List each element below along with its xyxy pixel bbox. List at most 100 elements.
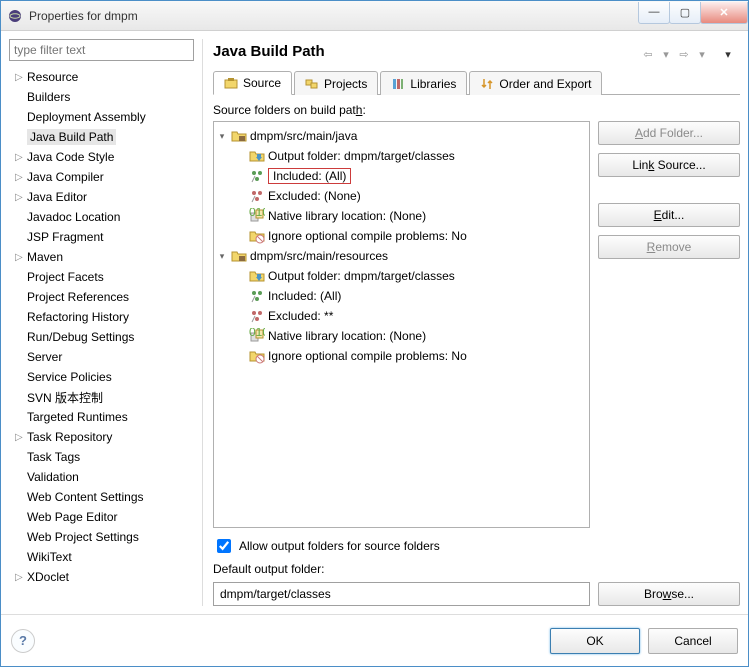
property-nav-tree[interactable]: ▷ResourceBuilders Deployment Assembly Java… xyxy=(9,67,194,606)
nav-item[interactable]: Web Page Editor xyxy=(9,507,194,527)
nav-item[interactable]: SVN 版本控制 xyxy=(9,387,194,407)
expand-icon: ▷ xyxy=(15,172,27,183)
nav-item[interactable]: Service Policies xyxy=(9,367,194,387)
tab-projects[interactable]: Projects xyxy=(294,71,378,95)
tree-row[interactable]: Excluded: (None) xyxy=(216,186,587,206)
srcfolder-icon xyxy=(231,128,247,144)
tree-row[interactable]: Ignore optional compile problems: No xyxy=(216,346,587,366)
tab-label: Projects xyxy=(324,77,367,91)
nav-item[interactable]: ▷Resource xyxy=(9,67,194,87)
tree-row-label: Ignore optional compile problems: No xyxy=(268,349,467,363)
link-source-button[interactable]: Link Source... xyxy=(598,153,740,177)
nav-item[interactable]: ▷Java Code Style xyxy=(9,147,194,167)
remove-button[interactable]: Remove xyxy=(598,235,740,259)
nav-item[interactable]: Web Project Settings xyxy=(9,527,194,547)
allow-output-folders-checkbox[interactable]: Allow output folders for source folders xyxy=(213,536,740,556)
dialog-footer: ? OK Cancel xyxy=(1,614,748,666)
view-menu-icon[interactable]: ▾ xyxy=(720,47,736,63)
nav-item-label: Web Content Settings xyxy=(27,490,144,504)
source-buttons: Add Folder... Link Source... Edit... Rem… xyxy=(598,121,740,528)
tree-row[interactable]: ▾dmpm/src/main/java xyxy=(216,126,587,146)
tree-row[interactable]: 010Native library location: (None) xyxy=(216,206,587,226)
nav-item[interactable]: ▷Java Compiler xyxy=(9,167,194,187)
nav-item[interactable]: Deployment Assembly xyxy=(9,107,194,127)
tab-label: Order and Export xyxy=(499,77,591,91)
tree-row-label: Excluded: ** xyxy=(268,309,333,323)
tree-row[interactable]: Included: (All) xyxy=(216,286,587,306)
include-icon xyxy=(249,168,265,184)
edit-button[interactable]: Edit... xyxy=(598,203,740,227)
browse-button[interactable]: Browse... xyxy=(598,582,740,606)
tree-row[interactable]: Output folder: dmpm/target/classes xyxy=(216,266,587,286)
nav-item-label: Web Project Settings xyxy=(27,530,139,544)
nav-item[interactable]: Project Facets xyxy=(9,267,194,287)
tree-row[interactable]: 010Native library location: (None) xyxy=(216,326,587,346)
tab-order-and-export[interactable]: Order and Export xyxy=(469,71,602,95)
tree-row-label: Native library location: (None) xyxy=(268,209,426,223)
nav-item-label: SVN 版本控制 xyxy=(27,389,103,406)
nav-item[interactable]: Server xyxy=(9,347,194,367)
expand-icon: ▷ xyxy=(15,572,27,583)
page-title: Java Build Path xyxy=(213,43,640,60)
nav-item[interactable]: ▷Maven xyxy=(9,247,194,267)
back-menu-icon[interactable]: ▾ xyxy=(658,47,674,63)
back-button[interactable]: ⇦ xyxy=(640,47,656,63)
properties-dialog: Properties for dmpm — ▢ ✕ ▷ResourceBuild… xyxy=(0,0,749,667)
nav-item-label: Deployment Assembly xyxy=(27,110,146,124)
nav-item[interactable]: Project References xyxy=(9,287,194,307)
add-folder-button[interactable]: Add Folder... xyxy=(598,121,740,145)
tree-row[interactable]: Excluded: ** xyxy=(216,306,587,326)
collapse-icon[interactable]: ▾ xyxy=(216,131,228,142)
tree-row-label: dmpm/src/main/resources xyxy=(250,249,388,263)
ignore-icon xyxy=(249,228,265,244)
tree-row-label: Output folder: dmpm/target/classes xyxy=(268,149,455,163)
tab-libraries[interactable]: Libraries xyxy=(380,71,467,95)
tree-row[interactable]: Ignore optional compile problems: No xyxy=(216,226,587,246)
tree-row-label: Included: (All) xyxy=(268,289,341,303)
nav-item[interactable]: ▷Java Editor xyxy=(9,187,194,207)
nav-item[interactable]: Web Content Settings xyxy=(9,487,194,507)
nav-item[interactable]: Refactoring History xyxy=(9,307,194,327)
tree-row[interactable]: ▾ dmpm/src/main/resources xyxy=(216,246,587,266)
expand-icon: ▷ xyxy=(15,192,27,203)
tab-source[interactable]: Source xyxy=(213,71,292,95)
forward-menu-icon[interactable]: ▾ xyxy=(694,47,710,63)
cancel-button[interactable]: Cancel xyxy=(648,628,738,654)
close-button[interactable]: ✕ xyxy=(700,2,748,24)
nav-item-label: WikiText xyxy=(27,550,72,564)
nav-item[interactable]: Javadoc Location xyxy=(9,207,194,227)
help-button[interactable]: ? xyxy=(11,629,35,653)
source-folders-tree[interactable]: ▾dmpm/src/main/java Output folder: dmpm/t… xyxy=(213,121,590,528)
tree-row-label: Included: (All) xyxy=(268,168,351,184)
nav-item-label: Service Policies xyxy=(27,370,112,384)
nav-item-label: JSP Fragment xyxy=(27,230,103,244)
nav-item[interactable]: Run/Debug Settings xyxy=(9,327,194,347)
default-output-input[interactable] xyxy=(213,582,590,606)
ok-button[interactable]: OK xyxy=(550,628,640,654)
filter-input[interactable] xyxy=(9,39,194,61)
expand-icon: ▷ xyxy=(15,72,27,83)
allow-output-folders-input[interactable] xyxy=(217,539,231,553)
tree-row[interactable]: Output folder: dmpm/target/classes xyxy=(216,146,587,166)
nav-item[interactable]: ▷Task Repository xyxy=(9,427,194,447)
collapse-icon[interactable]: ▾ xyxy=(216,251,228,262)
nav-item[interactable]: Task Tags xyxy=(9,447,194,467)
nav-item[interactable]: WikiText xyxy=(9,547,194,567)
nav-item[interactable]: Builders xyxy=(9,87,194,107)
exclude-icon xyxy=(249,308,265,324)
nav-item[interactable]: ▷XDoclet xyxy=(9,567,194,587)
output-icon xyxy=(249,268,265,284)
nav-item-label: Task Repository xyxy=(27,430,112,444)
minimize-button[interactable]: — xyxy=(638,2,670,24)
nav-item[interactable]: Targeted Runtimes xyxy=(9,407,194,427)
build-path-tabs: Source Projects Libraries Order and Export xyxy=(213,70,740,95)
titlebar: Properties for dmpm — ▢ ✕ xyxy=(1,1,748,31)
maximize-button[interactable]: ▢ xyxy=(669,2,701,24)
tree-row[interactable]: Included: (All) xyxy=(216,166,587,186)
nav-item[interactable]: Validation xyxy=(9,467,194,487)
forward-button[interactable]: ⇨ xyxy=(676,47,692,63)
projects-icon xyxy=(305,77,319,91)
nav-item[interactable]: JSP Fragment xyxy=(9,227,194,247)
nav-item[interactable]: Java Build Path xyxy=(9,127,194,147)
expand-icon: ▷ xyxy=(15,152,27,163)
